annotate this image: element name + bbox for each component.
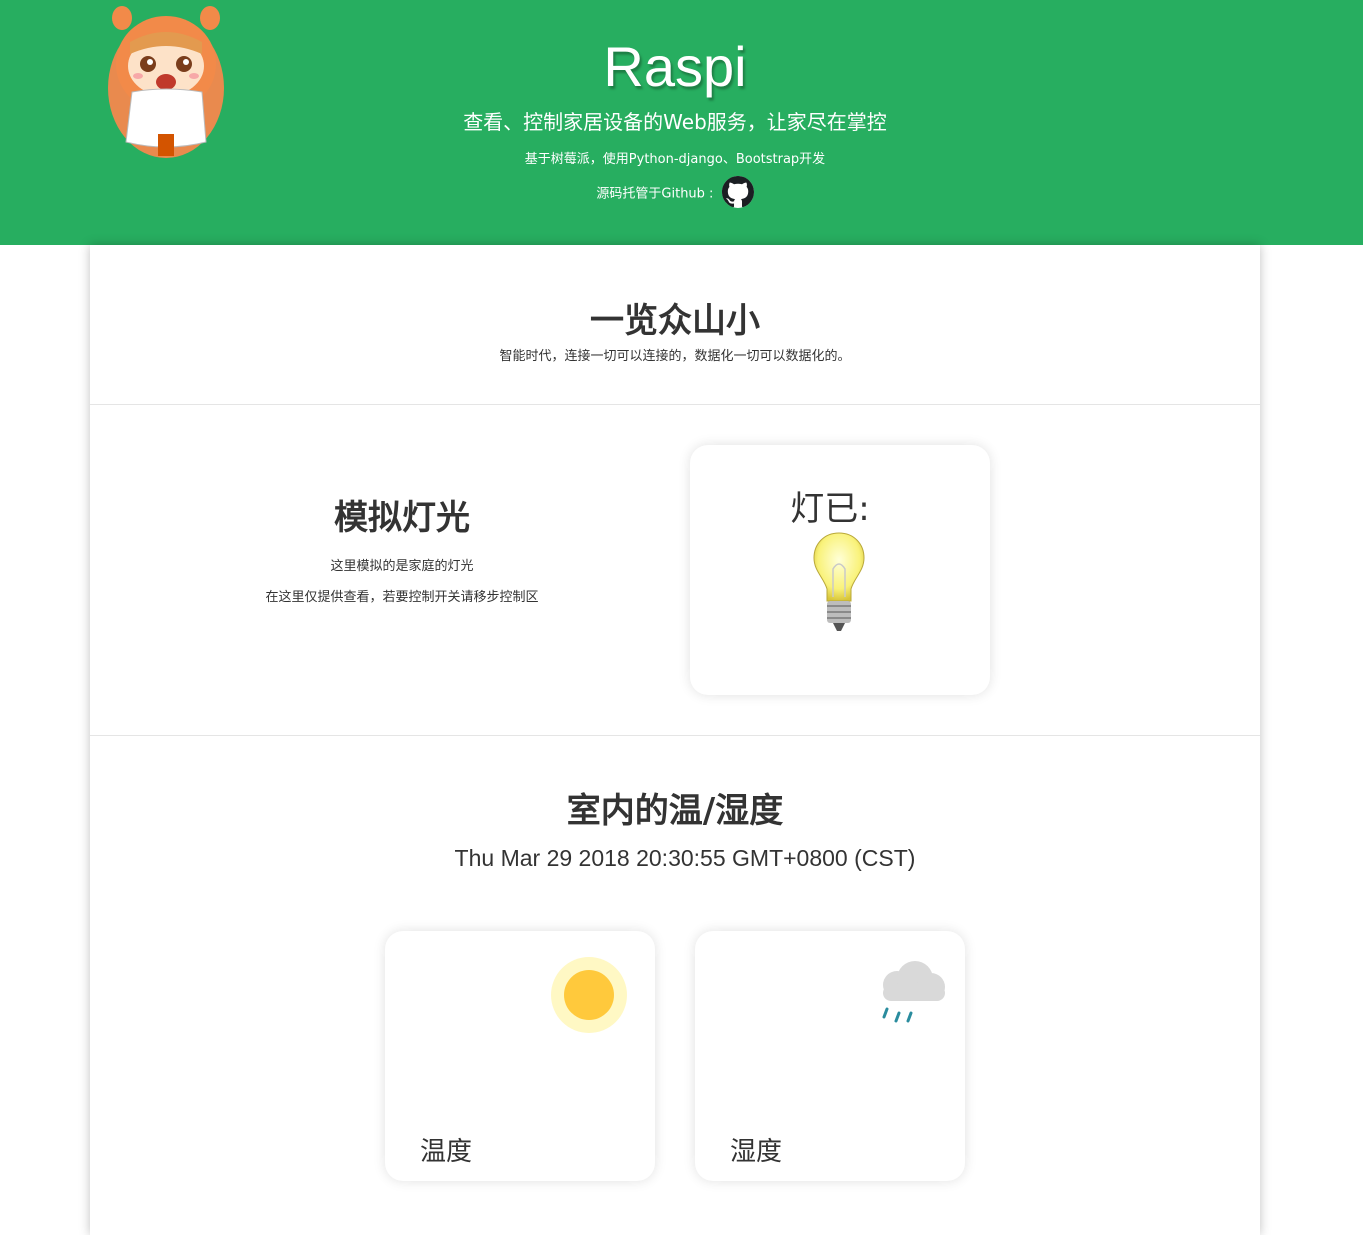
tech-stack-text: 基于树莓派，使用Python-django、Bootstrap开发 <box>524 152 826 167</box>
light-section-title: 模拟灯光 <box>334 498 470 538</box>
overview-subtitle: 智能时代，连接一切可以连接的，数据化一切可以数据化的。 <box>499 349 851 364</box>
climate-title: 室内的温/湿度 <box>566 791 784 831</box>
divider <box>90 735 1260 736</box>
source-line: 源码托管于Github : <box>0 176 1350 208</box>
light-description: 模拟灯光 这里模拟的是家庭的灯光 在这里仅提供查看，若要控制开关请移步控制区 <box>220 490 584 605</box>
temperature-label: 温度 <box>420 1137 473 1167</box>
sun-icon <box>551 957 627 1033</box>
light-bulb-icon <box>813 532 865 631</box>
header-banner: Raspi 查看、控制家居设备的Web服务，让家尽在掌控 基于树莓派，使用Pyt… <box>0 0 1363 245</box>
humidity-label: 湿度 <box>730 1137 783 1167</box>
current-datetime: Thu Mar 29 2018 20:30:55 GMT+0800 (CST) <box>454 845 916 871</box>
humidity-card: 湿度 <box>695 931 965 1181</box>
github-icon[interactable] <box>721 176 754 208</box>
temperature-card: 温度 <box>385 931 655 1181</box>
overview-title: 一览众山小 <box>590 301 760 341</box>
divider <box>90 404 1260 405</box>
rain-cloud-icon <box>882 961 945 1023</box>
light-status-card: 灯已: <box>690 445 990 695</box>
source-text: 源码托管于Github : <box>596 186 714 202</box>
site-title: Raspi <box>603 35 747 98</box>
light-description-line2: 在这里仅提供查看，若要控制开关请移步控制区 <box>265 590 539 605</box>
site-subtitle: 查看、控制家居设备的Web服务，让家尽在掌控 <box>463 110 887 134</box>
main-container: 一览众山小 智能时代，连接一切可以连接的，数据化一切可以数据化的。 模拟灯光 这… <box>90 245 1260 1235</box>
light-status-text: 灯已: <box>790 489 870 529</box>
light-description-line1: 这里模拟的是家庭的灯光 <box>330 559 474 574</box>
